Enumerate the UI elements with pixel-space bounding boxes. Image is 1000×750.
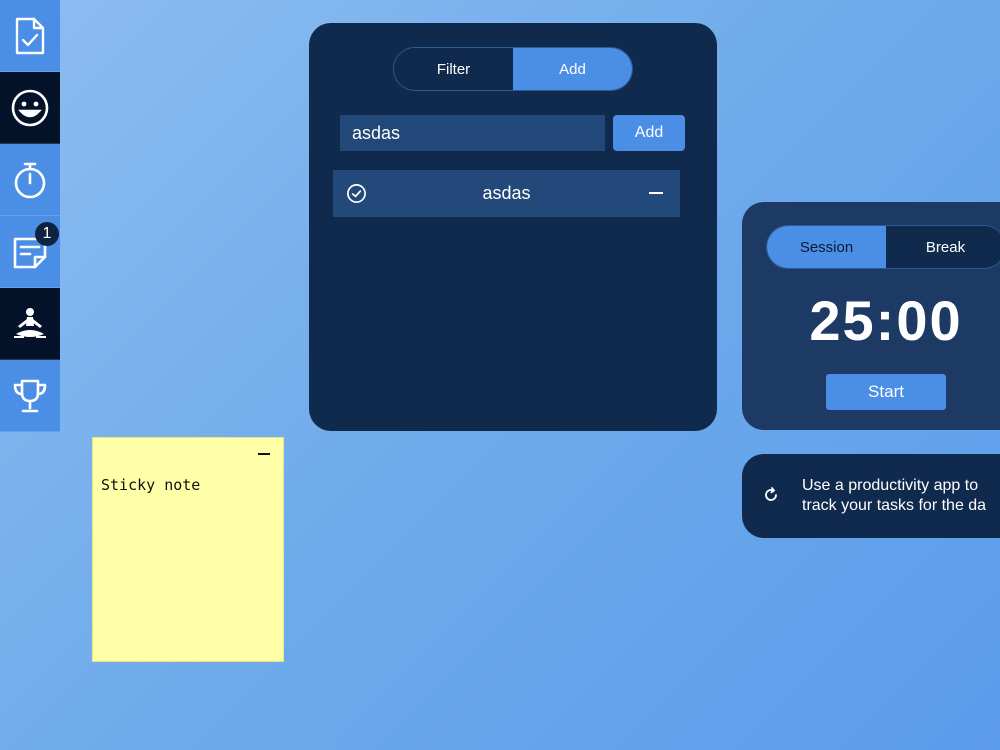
tip-text: Use a productivity app to track your tas… bbox=[802, 476, 1000, 516]
sticky-note-text[interactable]: Sticky note bbox=[101, 476, 200, 494]
todo-mode-toggle: Filter Add bbox=[393, 47, 633, 91]
tab-session[interactable]: Session bbox=[767, 226, 886, 268]
stopwatch-icon bbox=[14, 162, 46, 198]
task-text: asdas bbox=[482, 183, 531, 203]
sticky-note[interactable]: Sticky note bbox=[92, 437, 284, 662]
smiley-icon bbox=[11, 89, 49, 126]
add-task-button[interactable]: Add bbox=[613, 115, 685, 151]
sidebar-item-notes[interactable]: 1 bbox=[0, 216, 60, 288]
todo-panel: Filter Add Add asdas bbox=[309, 23, 717, 431]
trophy-icon bbox=[13, 379, 47, 412]
tip-panel: Use a productivity app to track your tas… bbox=[742, 454, 1000, 538]
sidebar-item-mood[interactable] bbox=[0, 72, 60, 144]
check-circle-icon[interactable] bbox=[346, 183, 367, 204]
timer-panel: Session Break 25:00 Start bbox=[742, 202, 1000, 430]
notification-badge: 1 bbox=[35, 222, 59, 246]
start-button[interactable]: Start bbox=[826, 374, 946, 410]
task-item: asdas bbox=[333, 170, 680, 217]
sidebar-item-timer[interactable] bbox=[0, 144, 60, 216]
sticky-minimize-button[interactable] bbox=[257, 446, 271, 462]
sidebar: 1 bbox=[0, 0, 60, 432]
sidebar-item-achievements[interactable] bbox=[0, 360, 60, 432]
sidebar-item-tasks[interactable] bbox=[0, 0, 60, 72]
timer-mode-toggle: Session Break bbox=[766, 225, 1000, 269]
task-input[interactable] bbox=[340, 115, 605, 151]
sidebar-item-meditate[interactable] bbox=[0, 288, 60, 360]
tip-line-2: track your tasks for the da bbox=[802, 497, 987, 514]
tip-line-1: Use a productivity app to bbox=[802, 477, 979, 494]
remove-task-button[interactable] bbox=[649, 192, 663, 194]
refresh-icon[interactable] bbox=[762, 486, 780, 504]
tab-add[interactable]: Add bbox=[513, 48, 632, 90]
meditation-icon bbox=[14, 307, 46, 338]
tab-break[interactable]: Break bbox=[886, 226, 1000, 268]
tab-filter[interactable]: Filter bbox=[394, 48, 513, 90]
task-list-icon bbox=[15, 17, 45, 54]
timer-display: 25:00 bbox=[809, 289, 963, 352]
